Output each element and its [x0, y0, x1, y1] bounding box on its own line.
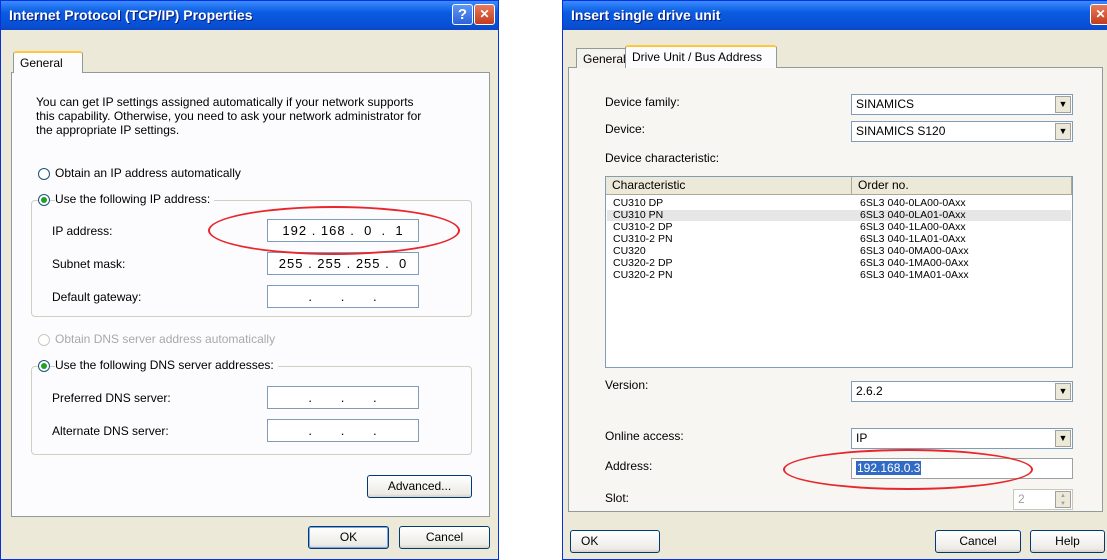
chevron-down-icon[interactable]: ▼: [1055, 123, 1071, 140]
dialog-title: Insert single drive unit: [571, 7, 721, 23]
table-row[interactable]: CU320-2 PN 6SL3 040-1MA01-0Axx: [607, 270, 1071, 281]
obtain-ip-label[interactable]: Obtain an IP address automatically: [55, 166, 241, 180]
version-value: 2.6.2: [856, 384, 883, 398]
characteristic-cell: CU310 PN: [613, 209, 664, 221]
device-characteristic-label: Device characteristic:: [605, 151, 720, 165]
description-line-1: You can get IP settings assigned automat…: [36, 95, 414, 109]
address-label: Address:: [605, 459, 653, 473]
slot-label: Slot:: [605, 491, 630, 505]
tab-general[interactable]: General: [13, 51, 83, 73]
table-row[interactable]: CU320 6SL3 040-0MA00-0Axx: [607, 246, 1071, 257]
characteristic-cell: CU320: [613, 245, 646, 257]
ok-button[interactable]: OK: [570, 530, 660, 553]
tab-general[interactable]: General: [576, 48, 626, 68]
order-no-cell: 6SL3 040-1MA01-0Axx: [860, 269, 969, 281]
subnet-mask-field[interactable]: 255 . 255 . 255 . 0: [267, 252, 419, 275]
online-access-select[interactable]: IP ▼: [851, 428, 1073, 449]
address-highlight-annotation: [783, 449, 1033, 490]
order-no-cell: 6SL3 040-0MA00-0Axx: [860, 245, 969, 257]
device-label: Device:: [605, 122, 646, 136]
device-family-select[interactable]: SINAMICS ▼: [851, 94, 1073, 115]
slot-stepper[interactable]: 2 ▲ ▼: [1013, 489, 1073, 510]
use-dns-label[interactable]: Use the following DNS server addresses:: [55, 358, 278, 372]
obtain-dns-radio[interactable]: [38, 334, 50, 346]
help-icon[interactable]: ?: [452, 4, 473, 25]
characteristic-cell: CU320-2 PN: [613, 269, 673, 281]
order-no-cell: 6SL3 040-1LA01-0Axx: [860, 233, 966, 245]
ip-address-label: IP address:: [52, 224, 113, 238]
close-icon[interactable]: ✕: [1090, 4, 1107, 25]
alternate-dns-label: Alternate DNS server:: [52, 424, 169, 438]
version-select[interactable]: 2.6.2 ▼: [851, 381, 1073, 402]
device-family-label: Device family:: [605, 95, 680, 109]
description-line-2: this capability. Otherwise, you need to …: [36, 109, 422, 123]
chevron-down-icon[interactable]: ▼: [1055, 96, 1071, 113]
ip-highlight-annotation: [208, 206, 460, 255]
characteristic-cell: CU320-2 DP: [613, 257, 673, 269]
order-no-cell: 6SL3 040-0LA01-0Axx: [860, 209, 966, 221]
slot-value: 2: [1018, 492, 1025, 506]
column-header-characteristic[interactable]: Characteristic: [606, 177, 852, 195]
tcpip-properties-dialog: Internet Protocol (TCP/IP) Properties ? …: [0, 0, 499, 560]
preferred-dns-label: Preferred DNS server:: [52, 391, 171, 405]
chevron-down-icon[interactable]: ▼: [1055, 383, 1071, 400]
order-no-cell: 6SL3 040-0LA00-0Axx: [860, 197, 966, 209]
ok-button[interactable]: OK: [308, 526, 389, 549]
online-access-value: IP: [856, 431, 868, 445]
online-access-label: Online access:: [605, 429, 684, 443]
default-gateway-field[interactable]: . . .: [267, 285, 419, 308]
dialog-title: Internet Protocol (TCP/IP) Properties: [9, 7, 253, 23]
tab-drive-unit-bus-address[interactable]: Drive Unit / Bus Address: [625, 45, 777, 68]
device-select[interactable]: SINAMICS S120 ▼: [851, 121, 1073, 142]
chevron-down-icon[interactable]: ▼: [1055, 430, 1071, 447]
device-value: SINAMICS S120: [856, 124, 946, 138]
cancel-button[interactable]: Cancel: [935, 530, 1021, 553]
spin-arrows-icon[interactable]: ▲ ▼: [1055, 491, 1071, 508]
table-row[interactable]: CU320-2 DP 6SL3 040-1MA00-0Axx: [607, 258, 1071, 269]
obtain-dns-label[interactable]: Obtain DNS server address automatically: [55, 332, 275, 346]
insert-drive-unit-dialog: Insert single drive unit ✕ General Drive…: [562, 0, 1107, 560]
characteristic-cell: CU310-2 PN: [613, 233, 673, 245]
order-no-cell: 6SL3 040-1MA00-0Axx: [860, 257, 969, 269]
characteristic-cell: CU310 DP: [613, 197, 664, 209]
subnet-mask-label: Subnet mask:: [52, 257, 126, 271]
preferred-dns-field[interactable]: . . .: [267, 386, 419, 409]
close-icon[interactable]: ✕: [474, 4, 495, 25]
advanced-button[interactable]: Advanced...: [367, 475, 472, 498]
table-row[interactable]: CU310 DP 6SL3 040-0LA00-0Axx: [607, 198, 1071, 209]
characteristic-cell: CU310-2 DP: [613, 221, 673, 233]
description-line-3: the appropriate IP settings.: [36, 123, 180, 137]
table-row[interactable]: CU310-2 PN 6SL3 040-1LA01-0Axx: [607, 234, 1071, 245]
obtain-ip-radio[interactable]: [38, 168, 50, 180]
column-header-order-no[interactable]: Order no.: [852, 177, 1072, 195]
use-ip-radio[interactable]: [38, 194, 50, 206]
use-dns-radio[interactable]: [38, 360, 50, 372]
use-ip-label[interactable]: Use the following IP address:: [55, 192, 215, 206]
title-bar: Internet Protocol (TCP/IP) Properties ? …: [1, 1, 498, 30]
title-bar: Insert single drive unit ✕: [563, 1, 1107, 30]
table-row[interactable]: CU310-2 DP 6SL3 040-1LA00-0Axx: [607, 222, 1071, 233]
table-row[interactable]: CU310 PN 6SL3 040-0LA01-0Axx: [607, 210, 1071, 221]
default-gateway-label: Default gateway:: [52, 290, 142, 304]
device-family-value: SINAMICS: [856, 97, 915, 111]
version-label: Version:: [605, 378, 649, 392]
order-no-cell: 6SL3 040-1LA00-0Axx: [860, 221, 966, 233]
alternate-dns-field[interactable]: . . .: [267, 419, 419, 442]
help-button[interactable]: Help: [1030, 530, 1105, 553]
cancel-button[interactable]: Cancel: [399, 526, 490, 549]
characteristic-list[interactable]: Characteristic Order no. CU310 DP 6SL3 0…: [605, 176, 1073, 368]
